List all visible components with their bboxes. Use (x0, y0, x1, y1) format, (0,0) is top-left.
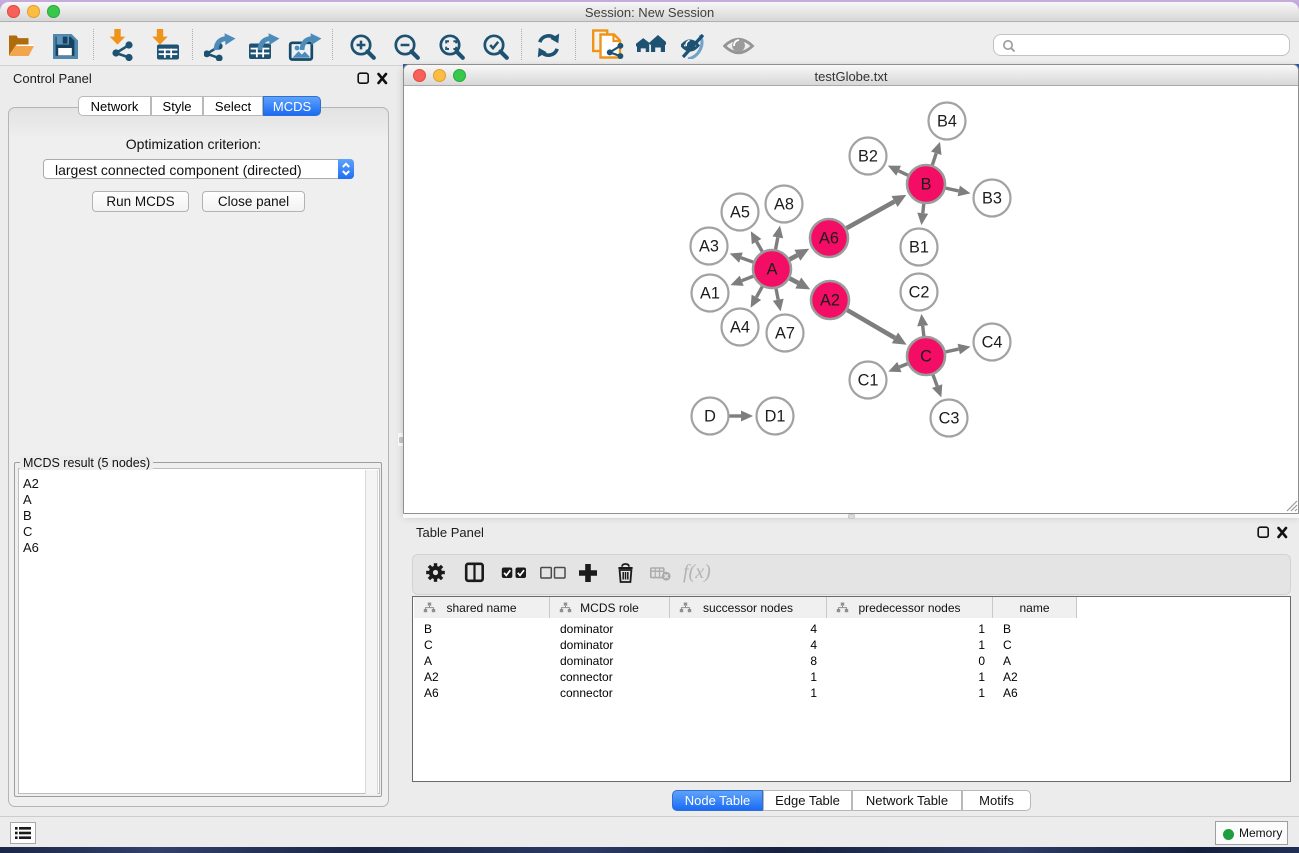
svg-text:A: A (767, 261, 778, 279)
svg-text:A8: A8 (774, 196, 794, 214)
svg-text:C1: C1 (858, 372, 879, 390)
svg-text:A3: A3 (699, 238, 719, 256)
svg-text:A7: A7 (775, 325, 795, 343)
svg-text:D: D (704, 408, 716, 426)
svg-text:C3: C3 (939, 410, 960, 428)
svg-text:D1: D1 (765, 408, 786, 426)
svg-text:B4: B4 (937, 113, 957, 131)
svg-text:C2: C2 (909, 284, 930, 302)
svg-text:B1: B1 (909, 239, 929, 257)
svg-text:A4: A4 (730, 319, 750, 337)
svg-text:A2: A2 (820, 292, 840, 310)
svg-text:C4: C4 (982, 334, 1003, 352)
svg-text:C: C (920, 348, 932, 366)
svg-text:A5: A5 (730, 204, 750, 222)
svg-text:B2: B2 (858, 148, 878, 166)
svg-text:B3: B3 (982, 190, 1002, 208)
svg-text:B: B (921, 176, 932, 194)
svg-text:A1: A1 (700, 285, 720, 303)
svg-text:A6: A6 (819, 230, 839, 248)
